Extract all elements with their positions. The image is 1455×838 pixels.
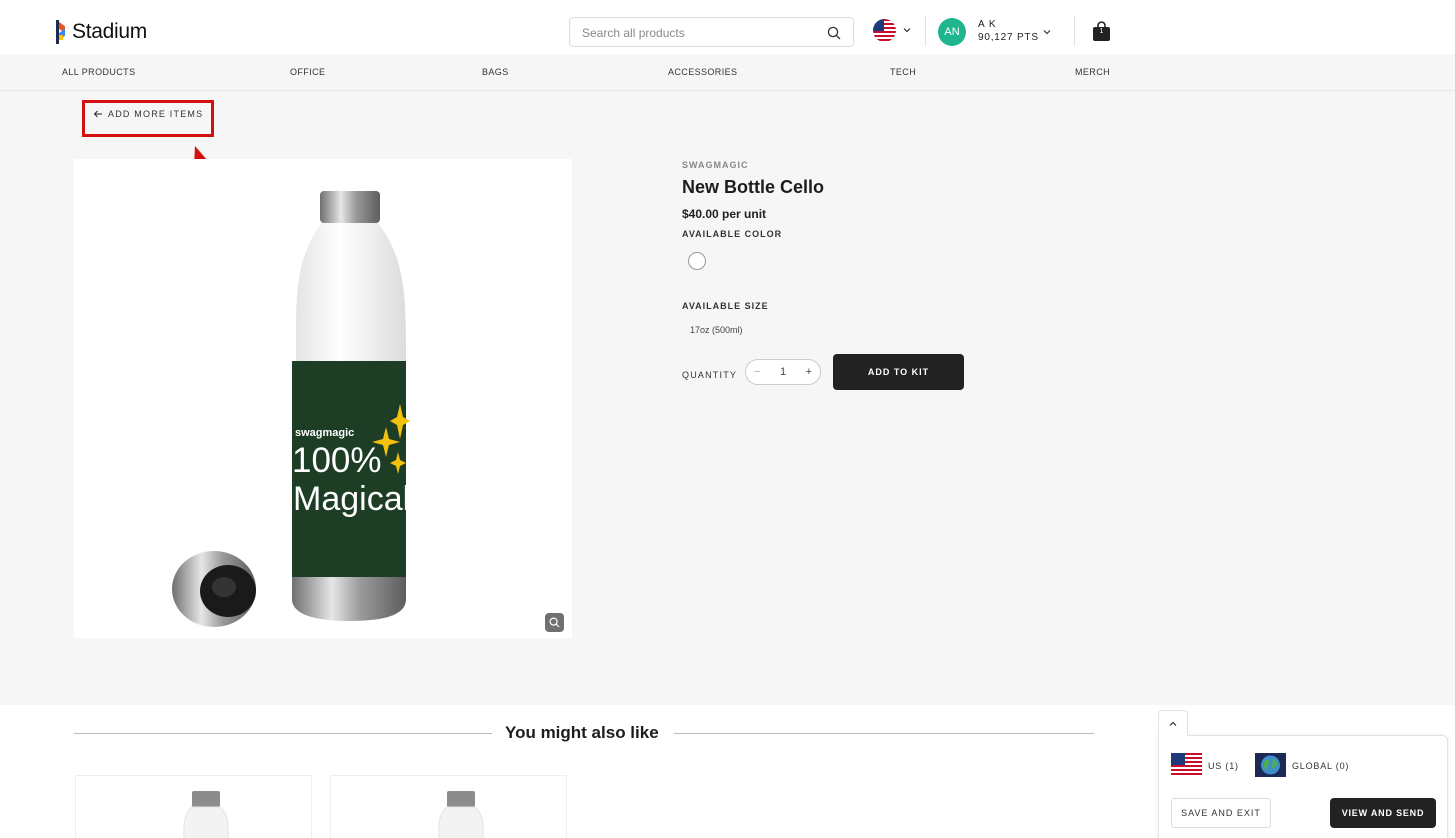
bottle-thumbnail-icon bbox=[183, 791, 229, 838]
logo-mark-icon bbox=[56, 20, 67, 44]
nav-item-accessories[interactable]: ACCESSORIES bbox=[668, 67, 737, 77]
save-and-exit-button[interactable]: SAVE AND EXIT bbox=[1171, 798, 1271, 828]
globe-icon bbox=[1255, 753, 1286, 777]
add-to-kit-button[interactable]: ADD TO KIT bbox=[833, 354, 964, 390]
product-brand: SWAGMAGIC bbox=[682, 160, 749, 170]
size-label: AVAILABLE SIZE bbox=[682, 301, 769, 311]
search-box[interactable] bbox=[569, 17, 854, 47]
product-price: $40.00 per unit bbox=[682, 207, 767, 221]
product-name: New Bottle Cello bbox=[682, 177, 825, 197]
chevron-down-icon bbox=[903, 28, 911, 33]
section-divider bbox=[74, 733, 492, 734]
kit-panel: US (1) GLOBAL (0) SAVE AND EXIT VIEW AND… bbox=[1158, 735, 1448, 838]
quantity-label: QUANTITY bbox=[682, 370, 738, 380]
nav-item-tech[interactable]: TECH bbox=[890, 67, 916, 77]
chevron-up-icon bbox=[1169, 721, 1177, 726]
us-flag-icon bbox=[873, 18, 896, 42]
recommended-product-card[interactable] bbox=[330, 775, 567, 838]
zoom-icon bbox=[549, 617, 560, 628]
add-more-items-label: ADD MORE ITEMS bbox=[108, 109, 204, 119]
quantity-decrement-button[interactable]: − bbox=[754, 366, 760, 378]
search-input[interactable] bbox=[582, 24, 817, 42]
country-selector[interactable] bbox=[873, 17, 913, 43]
header-divider bbox=[1074, 16, 1075, 46]
category-nav: ALL PRODUCTS OFFICE BAGS ACCESSORIES TEC… bbox=[0, 54, 1455, 91]
color-swatch-white[interactable] bbox=[688, 252, 706, 270]
stadium-logo[interactable]: Stadium bbox=[56, 18, 147, 46]
search-icon[interactable] bbox=[827, 26, 841, 40]
header-divider bbox=[925, 16, 926, 46]
size-option[interactable]: 17oz (500ml) bbox=[690, 325, 743, 335]
site-header: Stadium AN A K 90,127 PTS bbox=[0, 0, 1455, 54]
avatar[interactable]: AN bbox=[938, 18, 966, 46]
arrow-left-icon bbox=[93, 110, 102, 118]
bottle-illustration-icon bbox=[172, 191, 410, 627]
quantity-value[interactable]: 1 bbox=[780, 366, 786, 378]
bottle-text-line1: 100% bbox=[292, 441, 382, 480]
quantity-increment-button[interactable]: + bbox=[806, 366, 812, 378]
recommended-product-card[interactable] bbox=[75, 775, 312, 838]
cart-count-badge: 1 bbox=[1099, 28, 1104, 35]
nav-item-office[interactable]: OFFICE bbox=[290, 67, 325, 77]
add-more-items-link[interactable]: ADD MORE ITEMS bbox=[93, 109, 203, 119]
bottle-brand-text: swagmagic bbox=[295, 427, 355, 439]
product-image[interactable]: swagmagic 100% Magical bbox=[74, 159, 572, 638]
nav-item-merch[interactable]: MERCH bbox=[1075, 67, 1110, 77]
quantity-stepper[interactable]: − 1 + bbox=[745, 359, 821, 385]
kit-panel-toggle[interactable] bbox=[1158, 710, 1188, 736]
bottle-thumbnail-icon bbox=[438, 791, 484, 838]
nav-item-bags[interactable]: BAGS bbox=[482, 67, 509, 77]
us-kit-count[interactable]: US (1) bbox=[1208, 761, 1239, 771]
us-flag-icon bbox=[1171, 753, 1202, 777]
recommendations-title: You might also like bbox=[505, 723, 659, 742]
bottle-text-line2: Magical bbox=[293, 481, 406, 517]
section-divider bbox=[674, 733, 1094, 734]
account-chevron-down-icon[interactable] bbox=[1042, 27, 1052, 37]
color-label: AVAILABLE COLOR bbox=[682, 229, 783, 239]
user-points: 90,127 PTS bbox=[978, 32, 1039, 43]
zoom-button[interactable] bbox=[545, 613, 564, 632]
user-name: A K bbox=[978, 19, 997, 30]
view-and-send-button[interactable]: VIEW AND SEND bbox=[1330, 798, 1436, 828]
logo-text: Stadium bbox=[72, 20, 147, 43]
global-kit-count[interactable]: GLOBAL (0) bbox=[1292, 761, 1349, 771]
nav-item-all-products[interactable]: ALL PRODUCTS bbox=[62, 67, 135, 77]
